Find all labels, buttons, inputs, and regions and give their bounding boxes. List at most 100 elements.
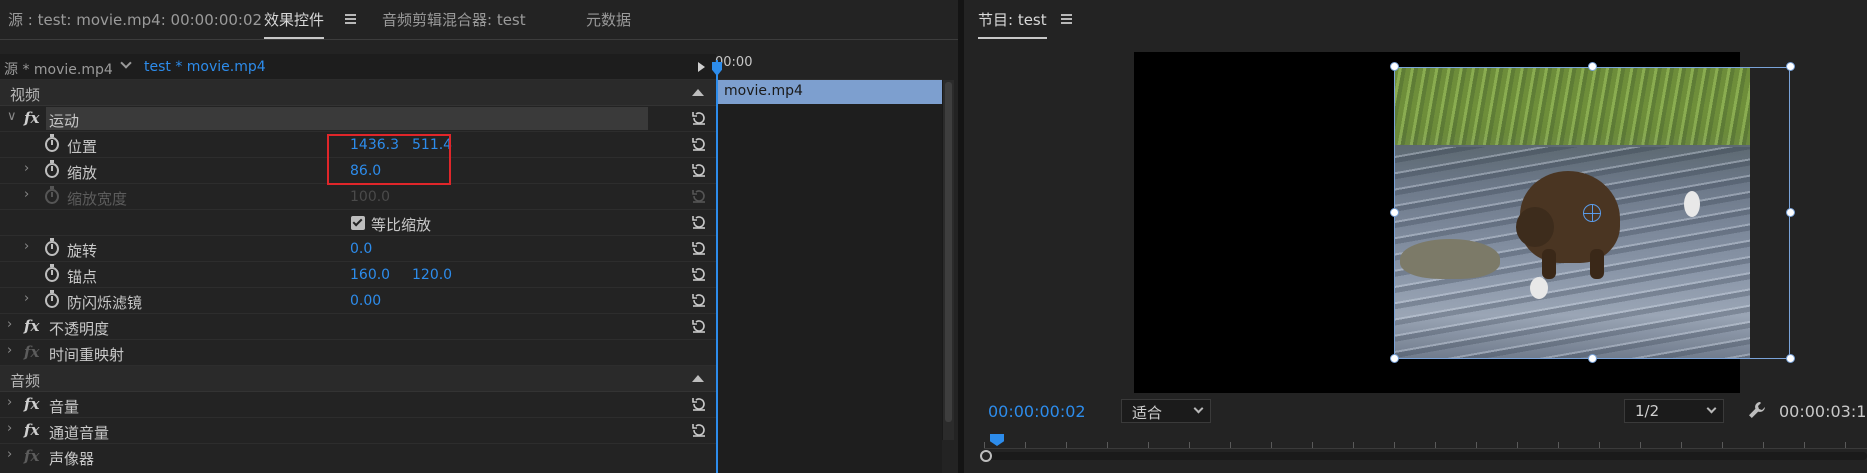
- reset-icon[interactable]: [691, 292, 707, 308]
- resize-handle[interactable]: [1390, 208, 1399, 217]
- expand-toggle-icon[interactable]: ∨: [7, 109, 17, 124]
- uniform-scale-label: 等比缩放: [371, 216, 432, 234]
- param-rotation: › 旋转 0.0: [0, 236, 716, 262]
- wrench-icon[interactable]: [1747, 400, 1767, 424]
- stopwatch-icon[interactable]: [45, 264, 59, 282]
- resize-handle[interactable]: [1588, 62, 1597, 71]
- stopwatch-icon[interactable]: [45, 238, 59, 256]
- stopwatch-icon[interactable]: [45, 290, 59, 308]
- program-monitor-panel: 节目: test 00:00:00:02 适合 1/2 00:00:03:1: [964, 0, 1867, 473]
- program-monitor-title[interactable]: 节目: test: [978, 9, 1047, 39]
- monitor-time-ruler[interactable]: [984, 436, 1867, 452]
- effect-opacity[interactable]: › fx 不透明度: [0, 314, 716, 340]
- chevron-down-icon[interactable]: [120, 57, 132, 69]
- section-audio[interactable]: 音频: [0, 366, 716, 392]
- motion-label: 运动: [49, 112, 80, 130]
- expand-toggle-icon[interactable]: ›: [24, 161, 29, 176]
- expand-toggle-icon[interactable]: ›: [24, 187, 29, 202]
- effect-panner[interactable]: › fx 声像器: [0, 444, 716, 470]
- ruler-tick: [1230, 442, 1231, 448]
- ruler-tick: [1845, 442, 1846, 448]
- ruler-tick: [1066, 442, 1067, 448]
- tab-metadata[interactable]: 元数据: [586, 9, 631, 30]
- resize-handle[interactable]: [1786, 208, 1795, 217]
- anchor-point-icon[interactable]: [1583, 204, 1601, 222]
- ruler-tick: [1640, 442, 1641, 448]
- source-clip-name[interactable]: 源 * movie.mp4: [4, 59, 113, 79]
- anti-flicker-value[interactable]: 0.00: [350, 293, 381, 309]
- expand-toggle-icon[interactable]: ›: [7, 421, 12, 436]
- reset-icon[interactable]: [691, 240, 707, 256]
- resize-handle[interactable]: [1588, 354, 1597, 363]
- tab-effect-controls[interactable]: 效果控件: [264, 9, 325, 39]
- expand-toggle-icon[interactable]: ›: [24, 239, 29, 254]
- ruler-tick: [1435, 442, 1436, 448]
- sequence-clip-name[interactable]: test * movie.mp4: [144, 59, 266, 75]
- panel-menu-icon[interactable]: [345, 14, 356, 25]
- resize-handle[interactable]: [1786, 62, 1795, 71]
- panel-menu-icon[interactable]: [1061, 14, 1072, 25]
- timeline-ruler[interactable]: 00:00: [715, 40, 942, 80]
- fx-icon[interactable]: fx: [24, 109, 39, 127]
- fx-icon[interactable]: fx: [24, 395, 39, 413]
- reset-icon[interactable]: [691, 396, 707, 412]
- rotation-value[interactable]: 0.0: [350, 241, 372, 257]
- fit-dropdown[interactable]: 适合: [1121, 399, 1211, 423]
- resize-handle[interactable]: [1390, 354, 1399, 363]
- collapse-up-icon[interactable]: [692, 89, 704, 96]
- collapse-up-icon[interactable]: [692, 375, 704, 382]
- resize-handle[interactable]: [1390, 62, 1399, 71]
- reset-icon[interactable]: [691, 136, 707, 152]
- playhead-line[interactable]: [716, 60, 718, 473]
- chevron-down-icon: [1706, 403, 1717, 414]
- zoom-handle[interactable]: [980, 450, 992, 462]
- current-timecode[interactable]: 00:00:00:02: [988, 402, 1086, 421]
- fx-icon[interactable]: fx: [24, 421, 39, 439]
- vertical-scrollbar[interactable]: [942, 80, 954, 440]
- stopwatch-icon[interactable]: [45, 160, 59, 178]
- ruler-tick: [1394, 442, 1395, 448]
- resolution-dropdown[interactable]: 1/2: [1624, 399, 1724, 423]
- play-icon[interactable]: [698, 62, 705, 72]
- zoom-scrollbar[interactable]: [984, 452, 1867, 460]
- reset-icon[interactable]: [691, 110, 707, 126]
- param-anti-flicker: › 防闪烁滤镜 0.00: [0, 288, 716, 314]
- reset-icon[interactable]: [691, 214, 707, 230]
- reset-icon: [691, 188, 707, 204]
- resize-handle[interactable]: [1786, 354, 1795, 363]
- effect-motion[interactable]: ∨ fx 运动: [0, 106, 716, 132]
- uniform-scale-checkbox[interactable]: [351, 216, 365, 230]
- ruler-tick: [1804, 442, 1805, 448]
- expand-toggle-icon[interactable]: ›: [7, 395, 12, 410]
- ruler-tick: [1599, 442, 1600, 448]
- tab-source[interactable]: 源 : test: movie.mp4: 00:00:00:02: [8, 9, 262, 30]
- timeline-clip-name: movie.mp4: [724, 83, 803, 99]
- reset-icon[interactable]: [691, 318, 707, 334]
- effect-time-remap[interactable]: › fx 时间重映射: [0, 340, 716, 366]
- timeline-clip[interactable]: movie.mp4: [718, 80, 942, 104]
- expand-toggle-icon[interactable]: ›: [24, 291, 29, 306]
- param-uniform-scale: 等比缩放: [0, 210, 716, 236]
- section-video[interactable]: 视频: [0, 80, 716, 106]
- reset-icon[interactable]: [691, 162, 707, 178]
- ruler-tick: [1189, 442, 1190, 448]
- fx-icon[interactable]: fx: [24, 317, 39, 335]
- anchor-x-value[interactable]: 160.0: [350, 267, 390, 283]
- expand-toggle-icon[interactable]: ›: [7, 343, 12, 358]
- effect-channel-volume[interactable]: › fx 通道音量: [0, 418, 716, 444]
- effect-volume[interactable]: › fx 音量: [0, 392, 716, 418]
- reset-icon[interactable]: [691, 422, 707, 438]
- expand-toggle-icon[interactable]: ›: [7, 317, 12, 332]
- highlight-box: [327, 134, 451, 185]
- anchor-y-value[interactable]: 120.0: [412, 267, 452, 283]
- ruler-tick: [1558, 442, 1559, 448]
- ruler-tick: [1312, 442, 1313, 448]
- tab-audio-clip-mixer[interactable]: 音频剪辑混合器: test: [382, 9, 526, 30]
- ruler-tick: [1763, 442, 1764, 448]
- ruler-tick: [1025, 442, 1026, 448]
- ruler-tick: [1517, 442, 1518, 448]
- reset-icon[interactable]: [691, 266, 707, 282]
- effect-timeline[interactable]: 00:00 movie.mp4: [712, 40, 942, 473]
- expand-toggle-icon[interactable]: ›: [7, 447, 12, 462]
- stopwatch-icon[interactable]: [45, 134, 59, 152]
